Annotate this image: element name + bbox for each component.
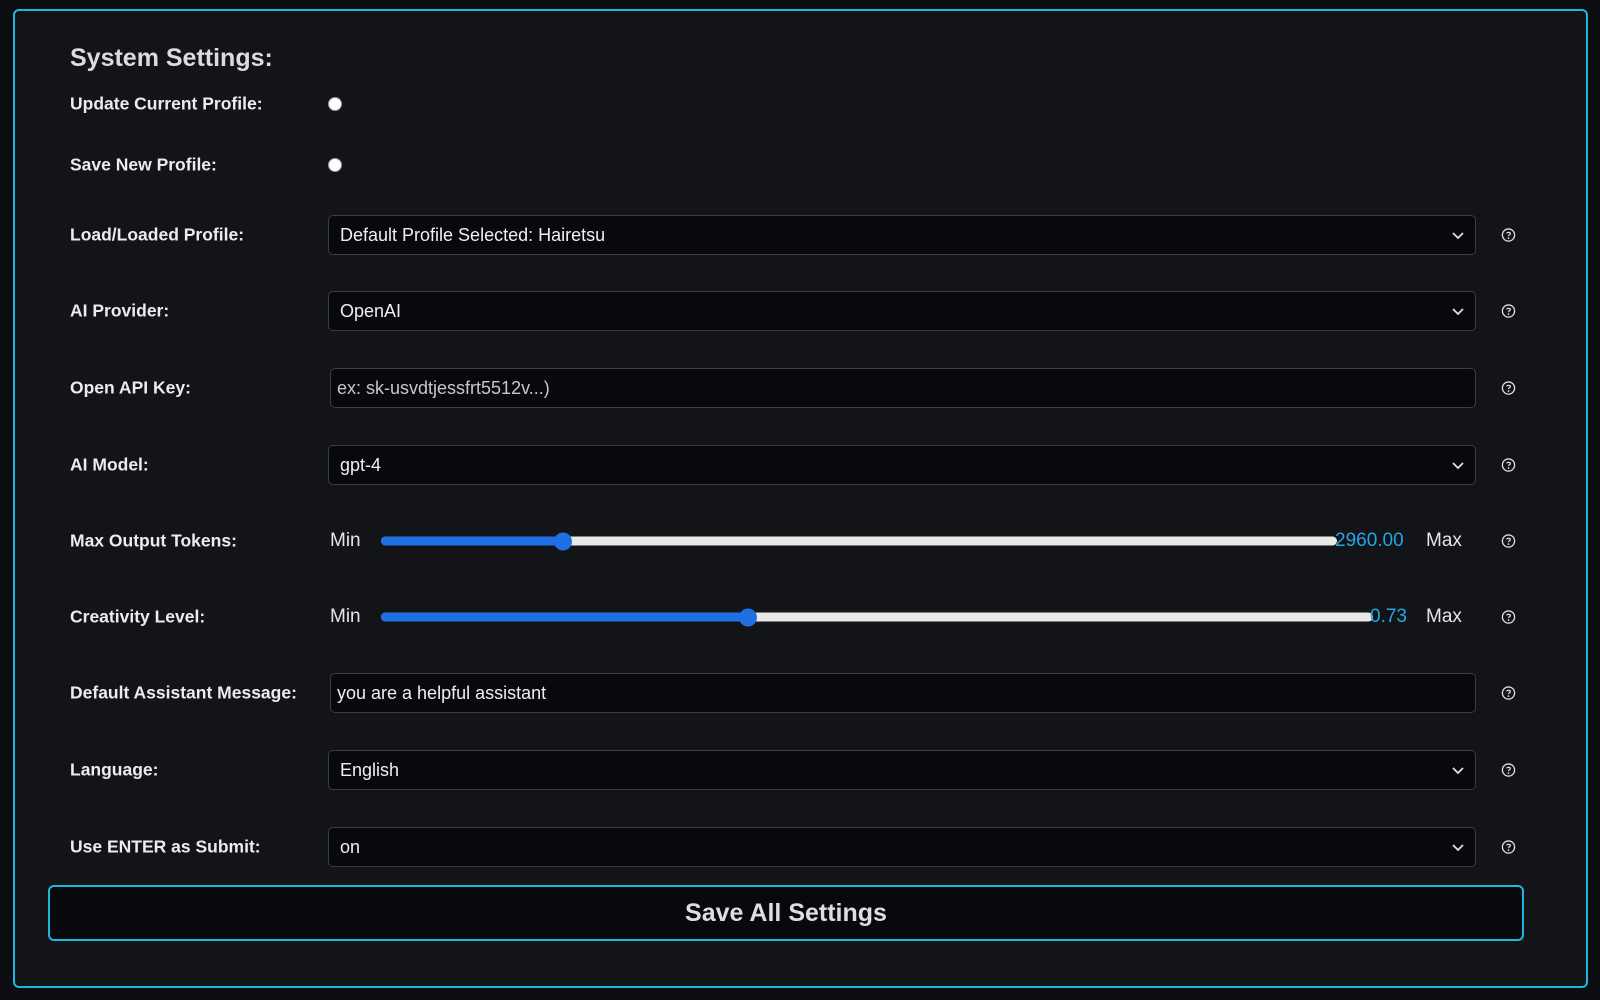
language-select[interactable]: English [328, 750, 1476, 790]
update-profile-label: Update Current Profile: [70, 93, 263, 114]
ai-provider-value: OpenAI [340, 300, 402, 321]
help-circle-icon[interactable] [1501, 458, 1516, 473]
page-title: System Settings: [70, 44, 273, 72]
creativity-slider[interactable] [381, 608, 1373, 626]
max-tokens-slider-fill [381, 536, 563, 546]
api-key-label: Open API Key: [70, 377, 191, 398]
load-profile-select[interactable]: Default Profile Selected: Hairetsu [328, 215, 1476, 255]
assistant-msg-row: Default Assistant Message: you are a hel… [15, 673, 1586, 713]
language-label: Language: [70, 759, 159, 780]
assistant-msg-input[interactable]: you are a helpful assistant [330, 673, 1476, 713]
max-tokens-label: Max Output Tokens: [70, 530, 237, 551]
assistant-msg-value: you are a helpful assistant [337, 682, 547, 703]
load-profile-label: Load/Loaded Profile: [70, 224, 245, 245]
enter-submit-value: on [340, 836, 361, 857]
max-tokens-slider[interactable] [381, 532, 1337, 550]
help-circle-icon[interactable] [1501, 534, 1516, 549]
settings-panel: System Settings: Update Current Profile:… [13, 9, 1588, 988]
ai-provider-label: AI Provider: [70, 300, 170, 321]
creativity-min-label: Min [330, 606, 361, 627]
save-profile-row: Save New Profile: [15, 145, 1586, 185]
help-circle-icon[interactable] [1501, 304, 1516, 319]
enter-submit-select[interactable]: on [328, 827, 1476, 867]
max-tokens-value: 2960.00 [1335, 530, 1404, 551]
help-circle-icon[interactable] [1501, 610, 1516, 625]
ai-model-select[interactable]: gpt-4 [328, 445, 1476, 485]
creativity-slider-thumb[interactable] [739, 608, 758, 626]
chevron-down-icon [1452, 308, 1464, 316]
api-key-input[interactable]: ex: sk-usvdtjessfrt5512v...) [330, 368, 1476, 408]
chevron-down-icon [1452, 462, 1464, 470]
help-circle-icon[interactable] [1501, 381, 1516, 396]
max-tokens-row: Max Output Tokens: Min 2960.00 Max [15, 521, 1586, 561]
language-row: Language: English [15, 750, 1586, 790]
language-value: English [340, 759, 400, 780]
help-circle-icon[interactable] [1501, 840, 1516, 855]
ai-provider-row: AI Provider: OpenAI [15, 291, 1586, 331]
max-tokens-max-label: Max [1426, 530, 1462, 551]
chevron-down-icon [1452, 844, 1464, 852]
update-profile-row: Update Current Profile: [15, 84, 1586, 124]
creativity-value: 0.73 [1370, 606, 1407, 627]
max-tokens-min-label: Min [330, 530, 361, 551]
chevron-down-icon [1452, 232, 1464, 240]
creativity-max-label: Max [1426, 606, 1462, 627]
ai-model-label: AI Model: [70, 454, 149, 475]
help-circle-icon[interactable] [1501, 228, 1516, 243]
creativity-row: Creativity Level: Min 0.73 Max [15, 597, 1586, 637]
load-profile-row: Load/Loaded Profile: Default Profile Sel… [15, 215, 1586, 255]
api-key-row: Open API Key: ex: sk-usvdtjessfrt5512v..… [15, 368, 1586, 408]
save-all-settings-button[interactable]: Save All Settings [48, 885, 1524, 941]
chevron-down-icon [1452, 767, 1464, 775]
creativity-slider-fill [381, 612, 749, 622]
save-profile-label: Save New Profile: [70, 154, 217, 175]
load-profile-value: Default Profile Selected: Hairetsu [340, 224, 606, 245]
api-key-placeholder: ex: sk-usvdtjessfrt5512v...) [337, 377, 550, 398]
help-circle-icon[interactable] [1501, 763, 1516, 778]
help-circle-icon[interactable] [1501, 686, 1516, 701]
assistant-msg-label: Default Assistant Message: [70, 682, 297, 703]
save-profile-radio[interactable] [328, 158, 342, 172]
ai-model-row: AI Model: gpt-4 [15, 445, 1586, 485]
creativity-label: Creativity Level: [70, 606, 206, 627]
ai-model-value: gpt-4 [340, 454, 382, 475]
update-profile-radio[interactable] [328, 97, 342, 111]
enter-submit-row: Use ENTER as Submit: on [15, 827, 1586, 867]
enter-submit-label: Use ENTER as Submit: [70, 836, 261, 857]
max-tokens-slider-thumb[interactable] [553, 532, 572, 550]
ai-provider-select[interactable]: OpenAI [328, 291, 1476, 331]
